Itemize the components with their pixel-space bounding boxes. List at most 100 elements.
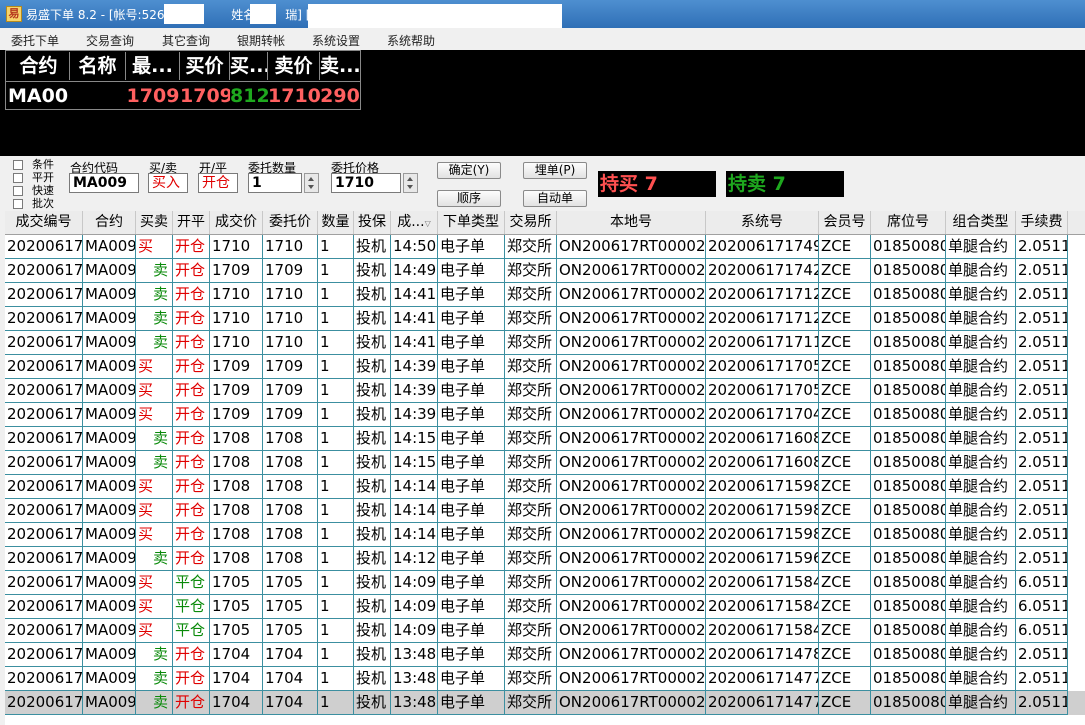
table-row[interactable]: 20200617 MA009 卖开仓 1704 1704 1 投机 13:48: 电子单 郑交所 O… (5, 643, 1085, 667)
cell-exchange: 郑交所 (505, 235, 557, 259)
table-row[interactable]: 20200617 MA009 卖开仓 1704 1704 1 投机 13:48: 电子单 郑交所 O… (5, 667, 1085, 691)
col-local-id[interactable]: 本地号 (557, 211, 706, 234)
table-row[interactable]: 20200617 MA009 卖开仓 1708 1708 1 投机 14:15: 电子单 郑交所 O… (5, 451, 1085, 475)
cell-fee: 2.0511 (1016, 427, 1068, 451)
menu-order[interactable]: 委托下单 (11, 32, 59, 49)
quote-header-ask[interactable]: 卖价 (268, 52, 320, 80)
quote-header-bid[interactable]: 买价 (180, 52, 230, 80)
quote-grid[interactable]: 合约 名称 最... 买价 买... 卖价 卖... MA00 1709 170… (5, 50, 361, 110)
quantity-up-arrow-icon[interactable] (308, 177, 314, 181)
quote-bid-price[interactable]: 1709 (180, 84, 230, 108)
cell-trade-id: 20200617 (5, 451, 83, 475)
table-row[interactable]: 20200617 MA009 买平仓 1705 1705 1 投机 14:09: 电子单 郑交所 O… (5, 571, 1085, 595)
table-row[interactable]: 20200617 MA009 买开仓 1708 1708 1 投机 14:14: 电子单 郑交所 O… (5, 475, 1085, 499)
menu-trade-query[interactable]: 交易查询 (86, 32, 134, 49)
col-trade-id[interactable]: 成交编号 (5, 211, 83, 234)
quote-contract[interactable]: MA00 (8, 84, 70, 108)
menu-settings[interactable]: 系统设置 (312, 32, 360, 49)
cell-member-id: ZCE (819, 307, 871, 331)
cell-quantity: 1 (318, 331, 354, 355)
table-row[interactable]: 20200617 MA009 买平仓 1705 1705 1 投机 14:09: 电子单 郑交所 O… (5, 595, 1085, 619)
batch-checkbox[interactable] (13, 199, 23, 209)
condition-checkbox[interactable] (13, 160, 23, 170)
auto-order-button[interactable]: 自动单 (523, 190, 587, 207)
cell-fill-time: 14:41: (391, 283, 438, 307)
table-row[interactable]: 20200617 MA009 卖开仓 1710 1710 1 投机 14:41: 电子单 郑交所 O… (5, 331, 1085, 355)
quote-header-name[interactable]: 名称 (70, 52, 126, 80)
price-up-arrow-icon[interactable] (407, 177, 413, 181)
cell-quantity: 1 (318, 475, 354, 499)
cell-fill-price: 1704 (210, 643, 263, 667)
quote-header-last[interactable]: 最... (126, 52, 180, 80)
cell-contract: MA009 (83, 691, 136, 715)
col-side[interactable]: 买卖 (136, 211, 173, 234)
table-row[interactable]: 20200617 MA009 买开仓 1709 1709 1 投机 14:39: 电子单 郑交所 O… (5, 403, 1085, 427)
quote-header-bid-qty[interactable]: 买... (230, 52, 268, 80)
sequence-button[interactable]: 顺序 (437, 190, 501, 207)
contract-code-input[interactable]: MA009 (69, 173, 139, 193)
table-row[interactable]: 20200617 MA009 买开仓 1710 1710 1 投机 14:50: 电子单 郑交所 O… (5, 235, 1085, 259)
table-row[interactable]: 20200617 MA009 买开仓 1708 1708 1 投机 14:14: 电子单 郑交所 O… (5, 499, 1085, 523)
table-row[interactable]: 20200617 MA009 卖开仓 1708 1708 1 投机 14:12: 电子单 郑交所 O… (5, 547, 1085, 571)
table-row[interactable]: 20200617 MA009 卖开仓 1704 1704 1 投机 13:48: 电子单 郑交所 O… (5, 691, 1085, 715)
col-fee[interactable]: 手续费 (1016, 211, 1068, 234)
col-order-type[interactable]: 下单类型 (438, 211, 505, 234)
quantity-down-arrow-icon[interactable] (308, 185, 314, 189)
confirm-button[interactable]: 确定(Y) (437, 162, 501, 179)
quote-ask-price[interactable]: 1710 (268, 84, 320, 108)
table-row[interactable]: 20200617 MA009 卖开仓 1709 1709 1 投机 14:49: 电子单 郑交所 O… (5, 259, 1085, 283)
price-input[interactable]: 1710 (331, 173, 401, 193)
cell-trade-id: 20200617 (5, 307, 83, 331)
table-row[interactable]: 20200617 MA009 卖开仓 1708 1708 1 投机 14:15: 电子单 郑交所 O… (5, 427, 1085, 451)
preorder-button[interactable]: 埋单(P) (523, 162, 587, 179)
col-quantity[interactable]: 数量 (318, 211, 354, 234)
col-seat-id[interactable]: 席位号 (871, 211, 946, 234)
cell-combo-type: 单腿合约 (946, 523, 1016, 547)
quote-header-contract[interactable]: 合约 (8, 52, 70, 80)
cell-contract: MA009 (83, 547, 136, 571)
redaction-mask (308, 4, 562, 28)
quantity-stepper[interactable] (304, 173, 319, 193)
table-row[interactable]: 20200617 MA009 买开仓 1709 1709 1 投机 14:39: 电子单 郑交所 O… (5, 355, 1085, 379)
col-order-price[interactable]: 委托价 (263, 211, 318, 234)
cell-side: 买 (136, 619, 173, 643)
col-system-id[interactable]: 系统号 (706, 211, 819, 234)
side-input[interactable]: 买入 (148, 173, 188, 193)
menu-other-query[interactable]: 其它查询 (162, 32, 210, 49)
menu-bank-transfer[interactable]: 银期转帐 (237, 32, 285, 49)
table-row[interactable]: 20200617 MA009 卖开仓 1710 1710 1 投机 14:41: 电子单 郑交所 O… (5, 307, 1085, 331)
table-row[interactable]: 20200617 MA009 买开仓 1708 1708 1 投机 14:14: 电子单 郑交所 O… (5, 523, 1085, 547)
cell-system-id: 202006171705 (706, 355, 819, 379)
col-contract[interactable]: 合约 (83, 211, 136, 234)
table-row[interactable]: 20200617 MA009 买开仓 1709 1709 1 投机 14:39: 电子单 郑交所 O… (5, 379, 1085, 403)
cell-side: 卖 (136, 331, 173, 355)
cell-open-close: 开仓 (173, 403, 210, 427)
cell-local-id: ON200617RT000022 (557, 451, 706, 475)
col-hedge[interactable]: 投保 (354, 211, 391, 234)
cell-contract: MA009 (83, 523, 136, 547)
price-down-arrow-icon[interactable] (407, 185, 413, 189)
cell-quantity: 1 (318, 547, 354, 571)
price-stepper[interactable] (403, 173, 418, 193)
cell-seat-id: 01850080 (871, 379, 946, 403)
open-close-input[interactable]: 开仓 (198, 173, 238, 193)
col-fill-time[interactable]: 成...▽ (391, 211, 438, 234)
menu-help[interactable]: 系统帮助 (387, 32, 435, 49)
flat-open-label: 平开 (32, 171, 54, 184)
flat-open-checkbox[interactable] (13, 173, 23, 183)
cell-fill-price: 1710 (210, 331, 263, 355)
col-exchange[interactable]: 交易所 (505, 211, 557, 234)
fast-checkbox[interactable] (13, 186, 23, 196)
cell-order-type: 电子单 (438, 667, 505, 691)
col-member-id[interactable]: 会员号 (819, 211, 871, 234)
col-open-close[interactable]: 开平 (173, 211, 210, 234)
table-row[interactable]: 20200617 MA009 卖开仓 1710 1710 1 投机 14:41: 电子单 郑交所 O… (5, 283, 1085, 307)
col-combo-type[interactable]: 组合类型 (946, 211, 1016, 234)
col-fill-price[interactable]: 成交价 (210, 211, 263, 234)
table-row[interactable]: 20200617 MA009 买平仓 1705 1705 1 投机 14:09: 电子单 郑交所 O… (5, 619, 1085, 643)
cell-quantity: 1 (318, 283, 354, 307)
quantity-input[interactable]: 1 (248, 173, 302, 193)
quote-header-ask-qty[interactable]: 卖... (320, 52, 360, 80)
menu-bar: 委托下单 交易查询 其它查询 银期转帐 系统设置 系统帮助 (0, 28, 1085, 51)
cell-fill-time: 14:14: (391, 499, 438, 523)
